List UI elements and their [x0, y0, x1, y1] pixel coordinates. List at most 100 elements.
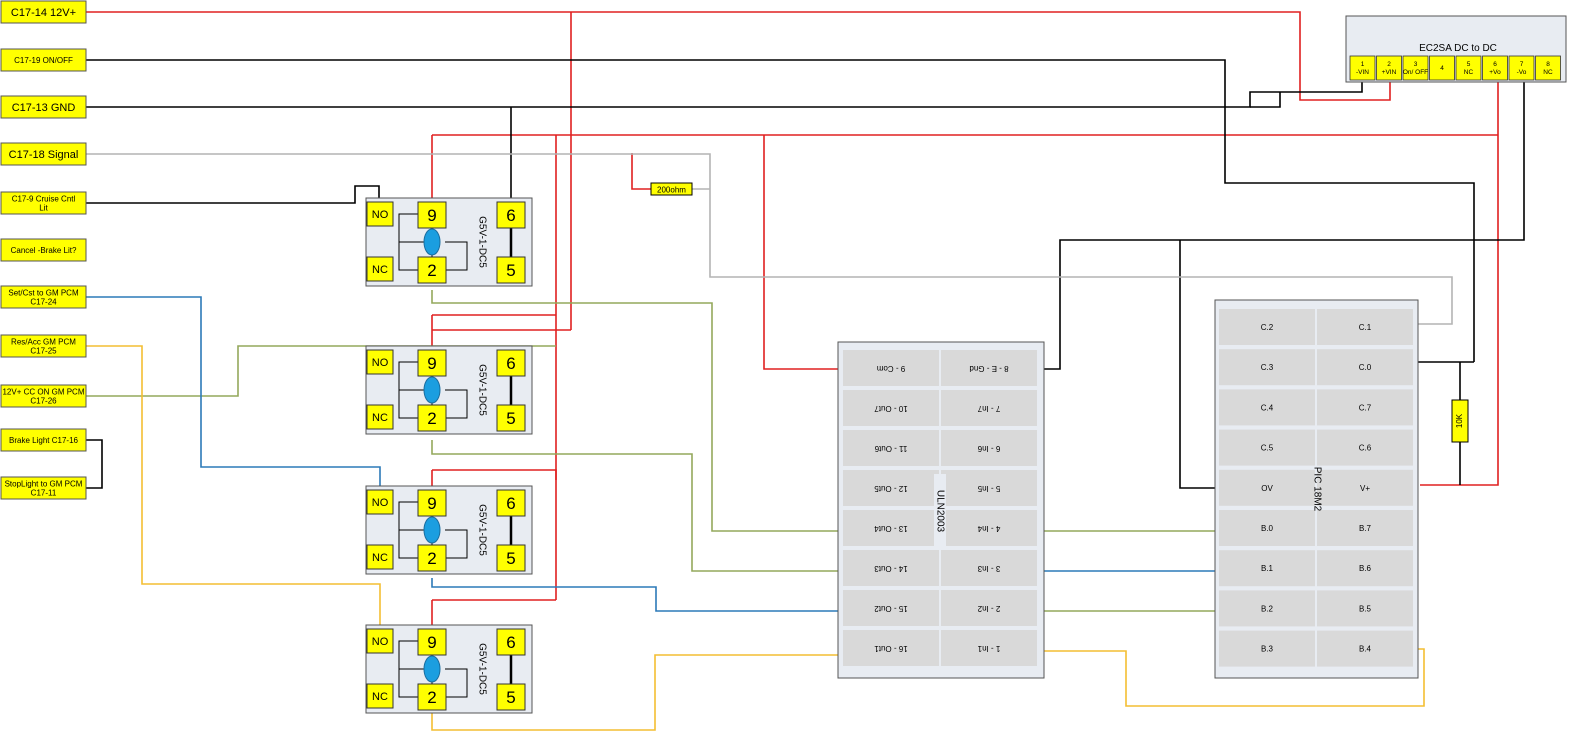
uln2003-chip: 9 - Com 8 - E - Gnd 10 - Out7 7 - In7 11 - O…	[837, 341, 1045, 679]
relay-pin-2: 2	[427, 261, 436, 280]
connector-label: Cancel -Brake Lit?	[0, 238, 87, 262]
relay: NO NC 9 2 6 5 G5V-1-DC5	[365, 485, 533, 575]
connector-label: C17-13 GND	[0, 95, 87, 119]
relay-no-label: NO	[372, 209, 389, 221]
relay-pin-2: 2	[427, 549, 436, 568]
pic-pin: B.1	[1219, 550, 1315, 587]
connector-label: Res/Acc GM PCM C17-25	[0, 334, 87, 358]
connector-label-text: Cancel -Brake Lit?	[11, 246, 77, 255]
uln-pin: 10 - Out7	[843, 390, 939, 426]
connector-label: Set/Cst to GM PCM C17-24	[0, 285, 87, 309]
uln-pin-label: 10 - Out7	[874, 404, 908, 413]
converter-pin: 4	[1429, 55, 1455, 81]
pic-pin: B.4	[1317, 630, 1413, 667]
connector-label-text: Brake Light C17-16	[9, 436, 78, 445]
dc-dc-converter: EC2SA DC to DC 1 -VIN2 +VIN3 On/ OFF 4 5 NC6 +V…	[1345, 15, 1567, 83]
pic-pin: C.4	[1219, 389, 1315, 426]
relay-nc-label: NC	[372, 412, 388, 424]
relay-pin-5: 5	[506, 688, 515, 707]
relay-part-number: G5V-1-DC5	[476, 643, 487, 695]
converter-title: EC2SA DC to DC	[1419, 43, 1497, 54]
uln-pin-label: 5 - In5	[977, 484, 1000, 493]
relay-coil-icon	[423, 516, 441, 544]
uln-pin: 9 - Com	[843, 350, 939, 386]
relay-pin-2: 2	[427, 409, 436, 428]
converter-pin: 5 NC	[1455, 55, 1482, 81]
pic-pin-label: B.5	[1359, 604, 1372, 613]
pic-pin-label: B.1	[1261, 564, 1274, 573]
pic-pin-label: C.3	[1261, 363, 1274, 372]
wiring-diagram: C17-14 12V+ C17-19 ON/OFF C17-13 GND C17-18…	[0, 0, 1567, 731]
connector-label: C17-9 Cruise Cntl Lit	[0, 191, 87, 215]
wire-green	[86, 290, 1217, 612]
uln-pin-label: 16 - Out1	[874, 644, 908, 653]
pic-pin-label: C.1	[1359, 323, 1372, 332]
uln-pin: 8 - E - Gnd	[941, 350, 1037, 386]
uln-pin: 12 - Out5	[843, 470, 939, 506]
uln-pin: 13 - Out4	[843, 510, 939, 546]
uln-pin-label: 8 - E - Gnd	[969, 364, 1008, 373]
relay-pin-5: 5	[506, 261, 515, 280]
pic-pin-label: C.2	[1261, 323, 1274, 332]
pic-pin-label: C.6	[1359, 444, 1372, 453]
pic-pin-label: B.4	[1359, 645, 1372, 654]
pic-pin-label: B.2	[1261, 604, 1274, 613]
relay-no-label: NO	[372, 636, 389, 648]
relay-pin-9: 9	[427, 494, 436, 513]
connector-label: C17-19 ON/OFF	[0, 48, 87, 72]
uln-pin: 6 - In6	[941, 430, 1037, 466]
connector-label-text: C17-14 12V+	[11, 7, 76, 19]
uln-pin-label: 7 - In7	[977, 404, 1000, 413]
relay-pin-2: 2	[427, 688, 436, 707]
relay-pin-9: 9	[427, 206, 436, 225]
relay-nc-label: NC	[372, 264, 388, 276]
relay-no-label: NO	[372, 497, 389, 509]
relay-part-number: G5V-1-DC5	[476, 216, 487, 268]
uln-pin: 1 - In1	[941, 630, 1037, 666]
relay-pin-5: 5	[506, 409, 515, 428]
relay-coil-icon	[423, 655, 441, 683]
pic-pin: C.6	[1317, 429, 1413, 466]
resistor-10k: 10K	[1451, 399, 1469, 443]
pic-pin: C.7	[1317, 389, 1413, 426]
pic-pin: C.2	[1219, 309, 1315, 345]
pic-pin-label: B.0	[1261, 524, 1274, 533]
pic-pin-label: B.6	[1359, 564, 1372, 573]
converter-pin: 6 +Vo	[1482, 55, 1508, 81]
pic-pin: B.3	[1219, 630, 1315, 667]
pic-pin-label: V+	[1360, 484, 1370, 493]
relay-pin-6: 6	[506, 354, 515, 373]
uln-pin-label: 4 - In4	[977, 524, 1000, 533]
relay-nc-label: NC	[372, 552, 388, 564]
uln-pin-label: 6 - In6	[977, 444, 1000, 453]
uln-pin: 16 - Out1	[843, 630, 939, 666]
uln2003-name: ULN2003	[934, 490, 945, 533]
relay-pin-9: 9	[427, 354, 436, 373]
connector-label: C17-18 Signal	[0, 142, 87, 166]
relay-coil-icon	[423, 228, 441, 256]
connector-label-text: C17-19 ON/OFF	[14, 56, 73, 65]
wire-signal	[86, 153, 1453, 325]
pic-pin: B.2	[1219, 590, 1315, 627]
resistor-10k-label: 10K	[1455, 413, 1464, 428]
uln-pin-label: 1 - In1	[977, 644, 1000, 653]
pic-pin: C.0	[1317, 349, 1413, 386]
relay: NO NC 9 2 6 5 G5V-1-DC5	[365, 624, 533, 714]
relay-nc-label: NC	[372, 691, 388, 703]
uln-pin: 2 - In2	[941, 590, 1037, 626]
pic-pin: B.5	[1317, 590, 1413, 627]
pic-pin: B.7	[1317, 510, 1413, 546]
converter-pin: 7 -Vo	[1508, 55, 1535, 81]
uln-pin: 15 - Out2	[843, 590, 939, 626]
pic-pin-label: C.7	[1359, 403, 1372, 412]
pic-pin-label: B.7	[1359, 524, 1372, 533]
relays: NO NC 9 2 6 5 G5V-1-DC5 NO NC 9 2 6 5 G5V-1-DC5 NO NC 9 2…	[365, 197, 533, 714]
uln-pin: 7 - In7	[941, 390, 1037, 426]
pic-pin-label: B.3	[1261, 645, 1274, 654]
uln-pin-label: 13 - Out4	[874, 524, 908, 533]
pic-pin: C.1	[1317, 309, 1413, 345]
pic-pin-label: C.0	[1359, 363, 1372, 372]
pic-pin: C.3	[1219, 349, 1315, 386]
uln-pin: 5 - In5	[941, 470, 1037, 506]
uln-pin-label: 9 - Com	[876, 364, 905, 373]
